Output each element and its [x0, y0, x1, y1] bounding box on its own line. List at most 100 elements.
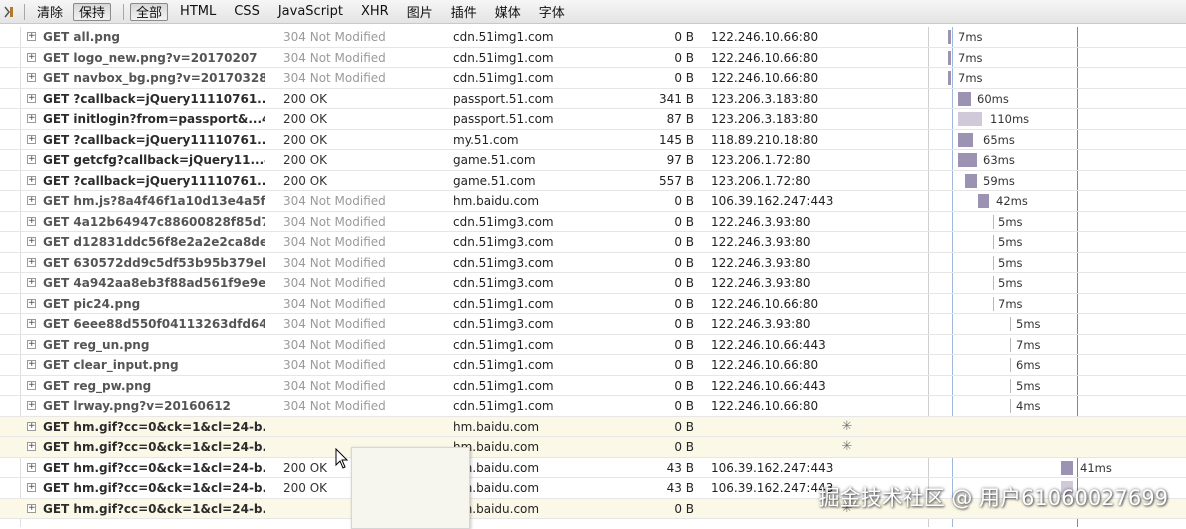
- expand-toggle-icon[interactable]: +: [27, 339, 36, 349]
- filter-tab-javascript[interactable]: JavaScript: [272, 3, 349, 21]
- request-url: GET 4a942aa8eb3f88ad561f9e9e14e: [43, 276, 265, 290]
- request-row[interactable]: + GET all.png 304 Not Modified cdn.51img1.c…: [0, 27, 1186, 48]
- request-row[interactable]: + GET navbox_bg.png?v=20170328 304 Not Mod…: [0, 68, 1186, 89]
- request-domain: cdn.51img1.com: [453, 296, 554, 311]
- request-domain: hm.baidu.com: [453, 440, 540, 454]
- request-url: GET hm.gif?cc=0&ck=1&cl=24-b...f3: [43, 501, 265, 516]
- expand-toggle-icon[interactable]: +: [27, 196, 36, 205]
- request-row[interactable]: + GET 4a12b64947c88600828f85d75a5 304 Not …: [0, 212, 1186, 232]
- request-domain: hm.baidu.com: [453, 194, 540, 208]
- request-domain: game.51.com: [453, 153, 536, 167]
- timeline-duration: 7ms: [1016, 337, 1041, 352]
- filter-tab-all[interactable]: 全部: [130, 2, 169, 21]
- request-row[interactable]: + GET 6eee88d550f04113263dfd641et 304 Not …: [0, 314, 1186, 335]
- expand-toggle-icon[interactable]: +: [27, 483, 36, 492]
- filter-tab-fonts[interactable]: 字体: [533, 3, 571, 21]
- timeline-bar: [948, 71, 951, 85]
- request-status: 200 OK: [283, 91, 328, 106]
- expand-toggle-icon[interactable]: +: [27, 52, 36, 62]
- expand-toggle-icon[interactable]: +: [27, 360, 36, 369]
- filter-tab-media[interactable]: 媒体: [489, 3, 527, 21]
- request-remote-ip: 122.246.3.93:80: [711, 317, 811, 331]
- request-timeline: 5ms: [910, 212, 1186, 232]
- timeline-bar: [958, 153, 977, 167]
- toolbar-divider: [123, 3, 125, 20]
- expand-toggle-icon[interactable]: +: [27, 462, 36, 472]
- request-status: 304 Not Modified: [283, 235, 386, 249]
- expand-toggle-icon[interactable]: +: [27, 93, 36, 103]
- request-row[interactable]: + GET logo_new.png?v=20170207 304 Not Modi…: [0, 48, 1186, 68]
- expand-toggle-icon[interactable]: +: [27, 401, 36, 410]
- timeline-bar: [1010, 399, 1011, 413]
- expand-toggle-icon[interactable]: +: [27, 298, 36, 308]
- expand-toggle-icon[interactable]: +: [27, 421, 36, 431]
- request-row[interactable]: + GET initlogin?from=passport&...469(200 …: [0, 109, 1186, 130]
- request-url: GET initlogin?from=passport&...469(: [43, 112, 265, 126]
- expand-toggle-icon[interactable]: +: [27, 32, 36, 41]
- expand-toggle-icon[interactable]: +: [27, 237, 36, 246]
- expand-toggle-icon[interactable]: +: [27, 380, 36, 390]
- request-row[interactable]: +GET hm.gif?cc=0&ck=1&cl=24-b...2F200 OK…: [0, 458, 1186, 478]
- expand-toggle-icon[interactable]: +: [27, 134, 36, 144]
- request-domain: cdn.51img1.com: [453, 399, 554, 413]
- request-row[interactable]: + GET 4a942aa8eb3f88ad561f9e9e14e 304 Not …: [0, 273, 1186, 294]
- clear-button[interactable]: 清除: [31, 3, 69, 21]
- request-row[interactable]: + GET hm.gif?cc=0&ck=1&cl=24-b...B8 hm.bai…: [0, 437, 1186, 458]
- request-row[interactable]: + GET lrway.png?v=20160612 304 Not Modifie…: [0, 396, 1186, 417]
- request-row[interactable]: + GET pic24.png 304 Not Modified cdn.51img1…: [0, 294, 1186, 314]
- loading-spinner-icon: ✳: [841, 418, 853, 434]
- request-row[interactable]: + GET ?callback=jQuery11110761...07: 200 O…: [0, 130, 1186, 150]
- filter-tab-plugins[interactable]: 插件: [445, 3, 483, 21]
- request-row[interactable]: + GET ?callback=jQuery11110761...469 200 O…: [0, 89, 1186, 109]
- request-row[interactable]: + GET clear_input.png 304 Not Modified cdn.…: [0, 355, 1186, 376]
- expand-toggle-icon[interactable]: +: [27, 114, 36, 123]
- request-size: 97 B: [666, 153, 694, 167]
- request-status: 304 Not Modified: [283, 378, 386, 393]
- request-domain: cdn.51img1.com: [453, 378, 554, 393]
- timeline-duration: 5ms: [1016, 317, 1041, 331]
- request-url: GET ?callback=jQuery11110761...469: [43, 173, 265, 188]
- request-timeline: 5ms: [910, 273, 1186, 293]
- filter-tab-html[interactable]: HTML: [174, 3, 222, 21]
- request-row[interactable]: + GET getcfg?callback=jQuery11...469 200 O…: [0, 150, 1186, 171]
- expand-toggle-icon[interactable]: +: [27, 155, 36, 164]
- request-domain: hm.baidu.com: [453, 419, 540, 434]
- expand-toggle-icon[interactable]: +: [27, 319, 36, 328]
- request-timeline: 5ms: [910, 376, 1186, 396]
- request-status: 304 Not Modified: [283, 276, 386, 290]
- expand-toggle-icon[interactable]: +: [27, 73, 36, 82]
- request-domain: hm.baidu.com: [453, 501, 540, 516]
- request-url: GET all.png: [43, 30, 121, 44]
- panel-menu-icon[interactable]: [2, 3, 16, 21]
- filter-tab-images[interactable]: 图片: [401, 3, 439, 21]
- expand-toggle-icon[interactable]: +: [27, 503, 36, 513]
- request-url: GET 6eee88d550f04113263dfd641et: [43, 317, 265, 331]
- request-domain: cdn.51img1.com: [453, 50, 554, 65]
- timeline-duration: 5ms: [998, 255, 1023, 270]
- request-url: GET hm.gif?cc=0&ck=1&cl=24-b...B8: [43, 481, 265, 495]
- request-row[interactable]: + GET reg_un.png 304 Not Modified cdn.51img…: [0, 335, 1186, 355]
- persist-button[interactable]: 保持: [73, 2, 112, 21]
- expand-toggle-icon[interactable]: +: [27, 278, 36, 287]
- request-list: + GET all.png 304 Not Modified cdn.51img1.c…: [0, 27, 1186, 519]
- request-row[interactable]: + GET hm.js?8a4f46f1a10d13e4a5f404 304 Not…: [0, 191, 1186, 212]
- request-row[interactable]: + GET hm.gif?cc=0&ck=1&cl=24-b...2F hm.bai…: [0, 416, 1186, 437]
- expand-toggle-icon[interactable]: +: [27, 216, 36, 226]
- request-remote-ip: 122.246.10.66:80: [711, 71, 819, 85]
- request-remote-ip: 123.206.3.183:80: [711, 112, 819, 126]
- expand-toggle-icon[interactable]: +: [27, 442, 36, 451]
- expand-toggle-icon[interactable]: +: [27, 175, 36, 185]
- request-timeline: 6ms: [910, 355, 1186, 375]
- request-row[interactable]: + GET ?callback=jQuery11110761...469 200 O…: [0, 171, 1186, 191]
- filter-tab-css[interactable]: CSS: [228, 3, 266, 21]
- request-row[interactable]: + GET reg_pw.png 304 Not Modified cdn.51img…: [0, 376, 1186, 396]
- expand-toggle-icon[interactable]: +: [27, 257, 36, 267]
- request-row[interactable]: + GET d12831ddc56f8e2a2e2ca8def01 304 Not …: [0, 232, 1186, 253]
- timeline-bar: [993, 296, 994, 311]
- request-row[interactable]: + GET 630572dd9c5df53b95b379eb45(304 Not …: [0, 253, 1186, 273]
- request-remote-ip: 123.206.1.72:80: [711, 173, 811, 188]
- request-domain: cdn.51img3.com: [453, 276, 554, 290]
- tooltip-popup: [351, 447, 470, 529]
- request-remote-ip: 122.246.3.93:80: [711, 235, 811, 249]
- filter-tab-xhr[interactable]: XHR: [355, 3, 395, 21]
